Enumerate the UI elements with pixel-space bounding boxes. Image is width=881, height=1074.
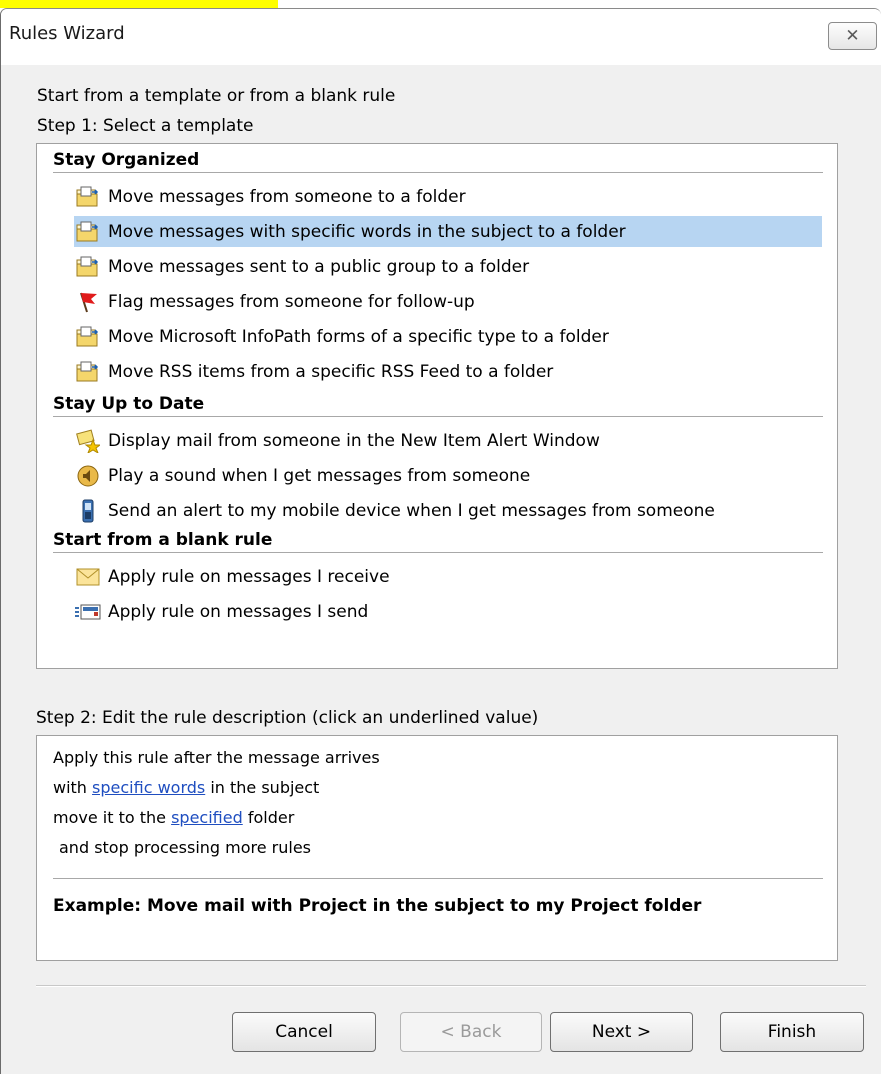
list-item[interactable]: Display mail from someone in the New Ite…: [74, 425, 822, 456]
send-mail-icon: [74, 600, 102, 624]
description-text: in the subject: [205, 778, 320, 797]
title-bar: Rules Wizard ✕: [1, 9, 881, 65]
step1-label: Step 1: Select a template: [37, 116, 254, 136]
move-to-folder-icon: [74, 255, 102, 279]
rule-description-box: Apply this rule after the message arrive…: [36, 735, 838, 961]
back-button[interactable]: < Back: [400, 1012, 542, 1052]
sound-icon: [74, 464, 102, 488]
list-item[interactable]: Apply rule on messages I receive: [74, 561, 822, 592]
list-item[interactable]: Apply rule on messages I send: [74, 596, 822, 627]
description-line-4: and stop processing more rules: [59, 838, 312, 857]
specified-folder-link[interactable]: specified: [171, 808, 243, 827]
list-item[interactable]: Flag messages from someone for follow-up: [74, 286, 822, 317]
list-item[interactable]: Move messages sent to a public group to …: [74, 251, 822, 282]
list-item[interactable]: Move Microsoft InfoPath forms of a speci…: [74, 321, 822, 352]
description-divider: [53, 878, 823, 879]
list-item-label: Play a sound when I get messages from so…: [108, 465, 531, 486]
list-item-label: Flag messages from someone for follow-up: [108, 291, 475, 312]
list-item-selected[interactable]: Move messages with specific words in the…: [74, 216, 822, 247]
description-line-1: Apply this rule after the message arrive…: [53, 748, 380, 767]
list-item-label: Move messages sent to a public group to …: [108, 256, 530, 277]
close-icon: ✕: [845, 26, 860, 46]
move-to-folder-icon: [74, 220, 102, 244]
finish-button[interactable]: Finish: [720, 1012, 864, 1052]
new-item-alert-icon: [74, 429, 102, 453]
list-item-label: Display mail from someone in the New Ite…: [108, 430, 600, 451]
move-to-folder-icon: [74, 325, 102, 349]
list-item[interactable]: Play a sound when I get messages from so…: [74, 460, 822, 491]
cancel-button[interactable]: Cancel: [232, 1012, 376, 1052]
description-text: folder: [242, 808, 295, 827]
move-to-folder-icon: [74, 360, 102, 384]
list-item[interactable]: Move messages from someone to a folder: [74, 181, 822, 212]
list-item-label: Move Microsoft InfoPath forms of a speci…: [108, 326, 609, 347]
list-item-label: Apply rule on messages I send: [108, 601, 369, 622]
list-item-label: Move messages from someone to a folder: [108, 186, 466, 207]
red-flag-icon: [74, 290, 102, 314]
group-header-blank-rule: Start from a blank rule: [53, 530, 823, 553]
group-header-stay-up-to-date: Stay Up to Date: [53, 394, 823, 417]
description-line-3: move it to the specified folder: [53, 808, 294, 827]
window-title: Rules Wizard: [9, 23, 125, 44]
description-text: with: [53, 778, 93, 797]
description-line-2: with specific words in the subject: [53, 778, 319, 797]
list-item-label: Move messages with specific words in the…: [108, 221, 626, 242]
description-text: move it to the: [53, 808, 172, 827]
list-item-label: Send an alert to my mobile device when I…: [108, 500, 715, 521]
intro-text: Start from a template or from a blank ru…: [37, 86, 396, 106]
group-header-stay-organized: Stay Organized: [53, 150, 823, 173]
move-to-folder-icon: [74, 185, 102, 209]
next-button[interactable]: Next >: [550, 1012, 693, 1052]
list-item[interactable]: Move RSS items from a specific RSS Feed …: [74, 356, 822, 387]
mobile-device-icon: [74, 499, 102, 523]
close-button[interactable]: ✕: [828, 22, 877, 50]
list-item[interactable]: Send an alert to my mobile device when I…: [74, 495, 822, 526]
footer-separator: [36, 985, 866, 987]
highlight-strip: [0, 0, 278, 8]
envelope-icon: [74, 565, 102, 589]
list-item-label: Move RSS items from a specific RSS Feed …: [108, 361, 554, 382]
example-text: Example: Move mail with Project in the s…: [53, 896, 702, 916]
specific-words-link[interactable]: specific words: [92, 778, 205, 797]
step2-label: Step 2: Edit the rule description (click…: [36, 708, 539, 728]
list-item-label: Apply rule on messages I receive: [108, 566, 390, 587]
template-list[interactable]: Stay Organized Move messages from someon…: [36, 143, 838, 669]
